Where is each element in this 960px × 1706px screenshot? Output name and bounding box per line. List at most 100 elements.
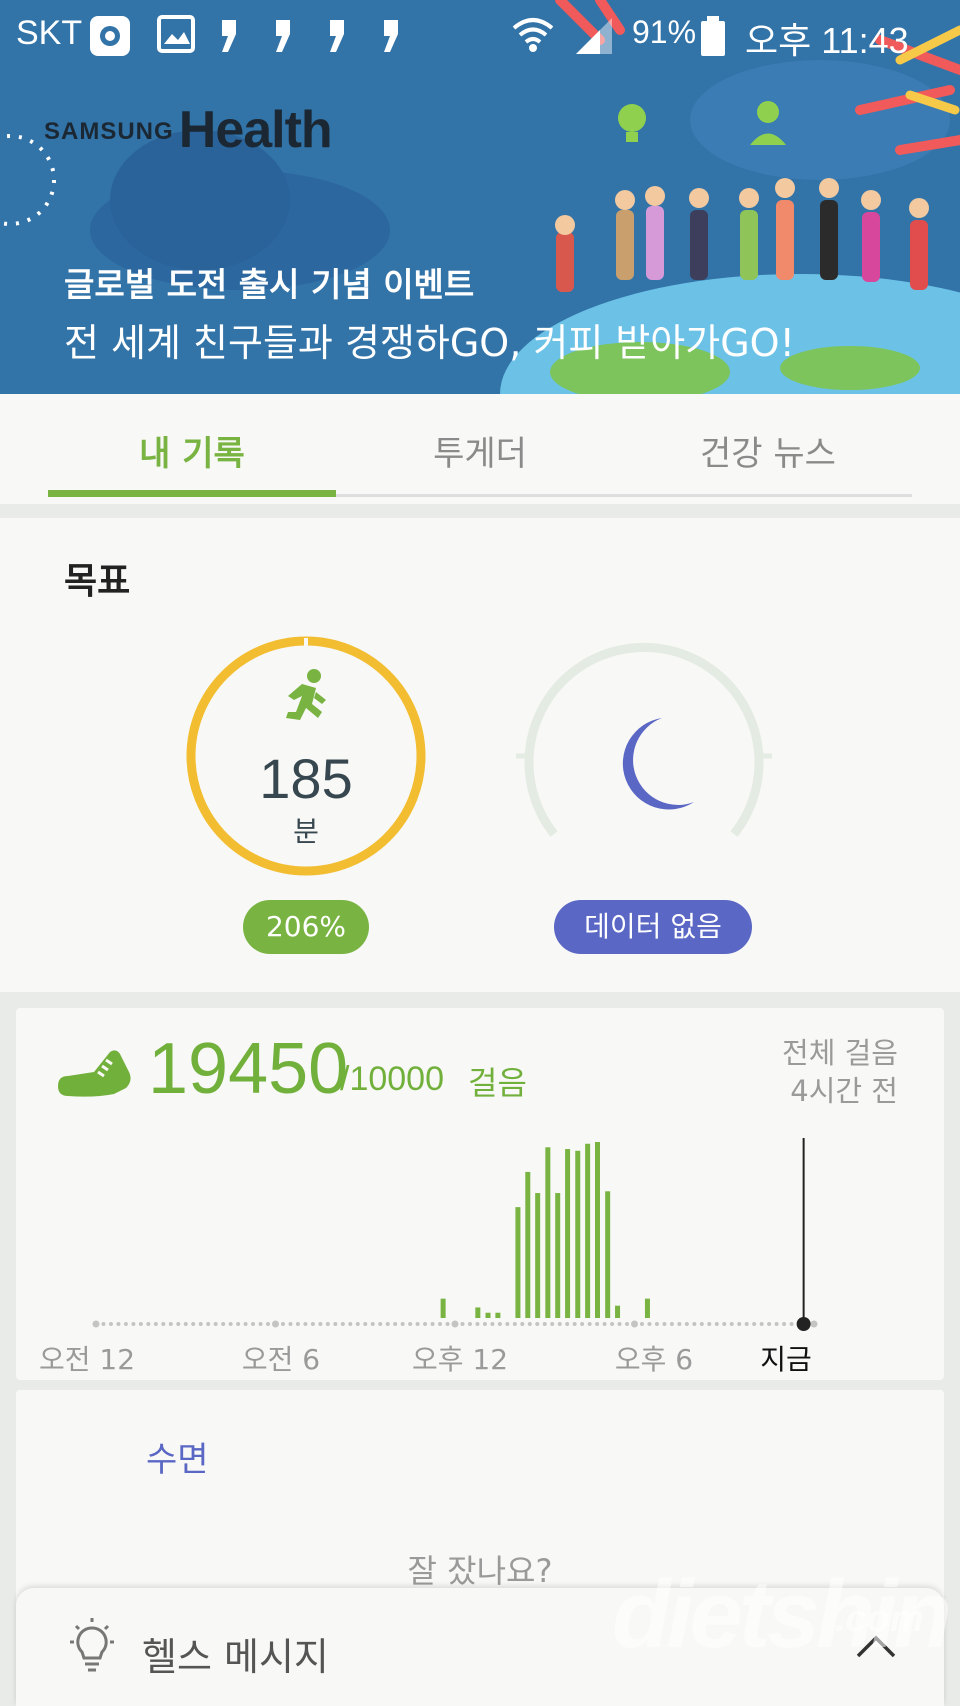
tab-bar: 내 기록 투게더 건강 뉴스 xyxy=(0,394,960,504)
baseline-dot xyxy=(505,1322,510,1326)
moon-icon xyxy=(75,1432,116,1481)
baseline-dot xyxy=(580,1322,585,1326)
baseline-dot xyxy=(138,1322,143,1326)
baseline-dot xyxy=(677,1322,682,1326)
health-message-label: 헬스 메시지 xyxy=(142,1635,329,1679)
activity-percent-badge: 206% xyxy=(243,900,369,954)
baseline-dot xyxy=(782,1322,787,1326)
axis-label-6am: 오전 6 xyxy=(241,1343,321,1376)
baseline-dot xyxy=(438,1322,443,1326)
tab-active-indicator xyxy=(48,490,336,497)
baseline-dot xyxy=(699,1322,704,1326)
baseline-dot xyxy=(355,1322,360,1326)
baseline-dot xyxy=(243,1322,248,1326)
activity-minutes-value: 185 xyxy=(259,747,353,810)
goal-title: 목표 xyxy=(64,561,131,602)
baseline-dot xyxy=(767,1322,772,1326)
baseline-dot xyxy=(131,1322,136,1326)
baseline-dot xyxy=(340,1322,345,1326)
carrier-label: SKT xyxy=(16,14,83,52)
samsung-health-logo: SAMSUNG Health xyxy=(44,101,333,159)
baseline-dot xyxy=(451,1320,459,1328)
tab-together[interactable]: 투게더 xyxy=(335,426,625,475)
baseline-dot xyxy=(400,1322,405,1326)
baseline-dot xyxy=(669,1322,674,1326)
moon-icon xyxy=(622,718,694,810)
watermark-suffix: .com xyxy=(835,1598,924,1640)
baseline-dot xyxy=(647,1322,652,1326)
steps-bar xyxy=(545,1147,551,1318)
baseline-dot xyxy=(266,1322,271,1326)
steps-bar xyxy=(495,1312,501,1318)
baseline-dot xyxy=(116,1322,121,1326)
baseline-dot xyxy=(363,1322,368,1326)
steps-bar xyxy=(565,1149,571,1318)
tab-my-records[interactable]: 내 기록 xyxy=(47,426,337,475)
baseline-dot xyxy=(654,1322,659,1326)
notification-quote-icons xyxy=(222,20,398,52)
baseline-dot xyxy=(378,1322,383,1326)
baseline-dot xyxy=(108,1322,113,1326)
baseline-dot xyxy=(183,1322,188,1326)
sleep-status-badge: 데이터 없음 xyxy=(554,900,752,954)
baseline-dot xyxy=(662,1322,667,1326)
steps-bar xyxy=(644,1298,650,1318)
baseline-dot xyxy=(333,1322,338,1326)
steps-bar xyxy=(615,1305,621,1318)
baseline-dot xyxy=(810,1320,818,1328)
battery-percent: 91% xyxy=(632,14,697,50)
tab-health-news[interactable]: 건강 뉴스 xyxy=(623,426,913,475)
clock: 오후 11:43 xyxy=(745,20,909,61)
battery-icon xyxy=(701,16,725,56)
baseline-dot xyxy=(176,1322,181,1326)
baseline-dot xyxy=(272,1320,279,1328)
baseline-dot xyxy=(692,1322,697,1326)
steps-hourly-chart xyxy=(92,1138,818,1331)
sleep-title: 수면 xyxy=(146,1440,209,1480)
baseline-dot xyxy=(639,1322,644,1326)
promo-banner[interactable]: SKT 91% 오후 11:43 SAMSUNG Health 글로벌 도전 출… xyxy=(0,0,960,394)
lightbulb-icon xyxy=(70,1618,114,1672)
baseline-dot xyxy=(423,1322,428,1326)
baseline-dot xyxy=(258,1322,263,1326)
baseline-dot xyxy=(408,1322,413,1326)
steps-bar xyxy=(555,1193,561,1318)
baseline-dot xyxy=(393,1322,398,1326)
baseline-dot xyxy=(625,1322,630,1326)
baseline-dot xyxy=(251,1322,256,1326)
baseline-dot xyxy=(348,1322,353,1326)
wifi-icon xyxy=(512,18,554,52)
record-icon xyxy=(90,16,130,56)
baseline-dot xyxy=(123,1322,128,1326)
baseline-dot xyxy=(684,1322,689,1326)
baseline-dot xyxy=(595,1322,600,1326)
baseline-dot xyxy=(707,1322,712,1326)
baseline-dot xyxy=(490,1322,495,1326)
baseline-dot xyxy=(385,1322,390,1326)
steps-bar xyxy=(525,1171,531,1318)
baseline-dot xyxy=(729,1322,734,1326)
baseline-dot xyxy=(565,1322,570,1326)
steps-bar xyxy=(485,1312,491,1318)
steps-bar xyxy=(475,1307,481,1318)
baseline-dot xyxy=(153,1322,158,1326)
baseline-dot xyxy=(631,1320,638,1328)
baseline-dot xyxy=(497,1322,502,1326)
baseline-dot xyxy=(295,1322,300,1326)
baseline-dot xyxy=(475,1322,480,1326)
steps-bar xyxy=(605,1191,611,1318)
baseline-dot xyxy=(370,1322,375,1326)
activity-minutes-unit: 분 xyxy=(293,815,319,848)
baseline-dot xyxy=(191,1322,196,1326)
baseline-dot xyxy=(602,1322,607,1326)
baseline-dot xyxy=(527,1322,532,1326)
now-marker-dot xyxy=(796,1317,811,1331)
baseline-dot xyxy=(542,1322,547,1326)
baseline-dot xyxy=(759,1322,764,1326)
baseline-dot xyxy=(789,1322,794,1326)
baseline-dot xyxy=(325,1322,330,1326)
steps-card[interactable]: 19450 /10000 걸음 전체 걸음 4시간 전 오전 12 오전 6 오… xyxy=(16,1008,944,1380)
sleep-goal-ring[interactable] xyxy=(512,634,776,878)
baseline-dot xyxy=(482,1322,487,1326)
baseline-dot xyxy=(550,1322,555,1326)
